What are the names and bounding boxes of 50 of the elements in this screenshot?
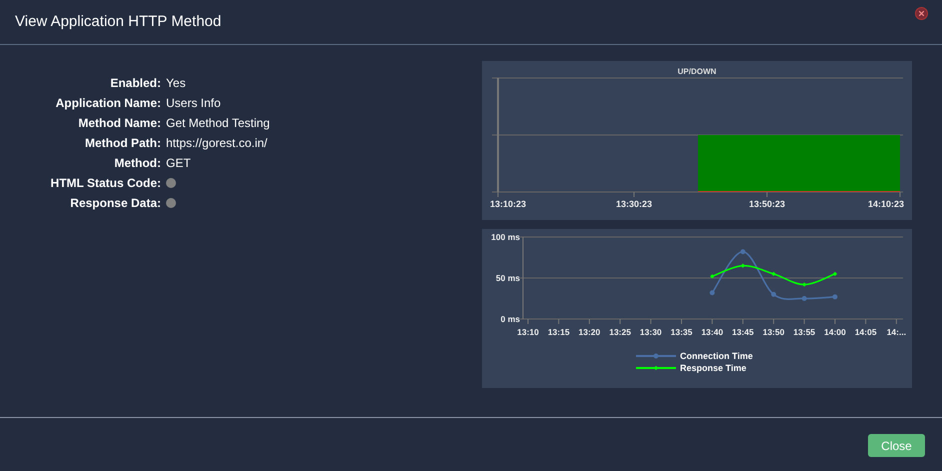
- data-point: [710, 274, 714, 279]
- data-point: [802, 282, 806, 287]
- axis-tick-label: 14:...: [886, 327, 906, 337]
- data-point: [740, 249, 746, 254]
- axis-tick-label: 13:20: [578, 327, 600, 337]
- axis-tick-label: 13:40: [701, 327, 724, 337]
- field-value: Yes: [166, 75, 186, 92]
- dialog-title: View Application HTTP Method: [15, 12, 222, 32]
- legend-swatch: [636, 354, 676, 358]
- close-button[interactable]: Close: [868, 434, 925, 457]
- data-point: [802, 296, 807, 301]
- field-value: Get Method Testing: [166, 115, 270, 132]
- axis-tick-label: 100 ms: [491, 232, 520, 242]
- chart-title: UP/DOWN: [678, 67, 716, 76]
- data-point: [771, 292, 776, 297]
- axis-tick-label: 0 ms: [500, 314, 520, 324]
- axis-tick-label: 13:25: [609, 327, 631, 337]
- axis-tick-label: 13:35: [670, 327, 692, 337]
- data-point: [710, 290, 715, 296]
- data-point: [832, 294, 838, 300]
- field-label: Method:: [113, 155, 162, 172]
- field-value: GET: [166, 155, 191, 172]
- axis-tick-label: 14:10:23: [868, 199, 904, 209]
- axis-tick-label: 13:50: [762, 327, 784, 337]
- axis-tick-label: 13:10: [517, 327, 539, 337]
- axis-tick-label: 13:55: [793, 327, 816, 337]
- data-point: [740, 264, 746, 268]
- field-label: Method Path:: [84, 135, 162, 152]
- axis-tick-label: 14:05: [854, 327, 877, 337]
- field-value: https://gorest.co.in/: [166, 135, 268, 152]
- axis-tick-label: 13:10:23: [490, 199, 526, 209]
- axis-tick-label: 13:45: [732, 327, 754, 337]
- close-icon[interactable]: [915, 6, 928, 20]
- axis-tick-label: 13:30: [640, 327, 662, 337]
- legend-swatch: [636, 366, 676, 370]
- axis-tick-label: 50 ms: [496, 273, 520, 283]
- field-label: Application Name:: [54, 95, 162, 112]
- axis-tick-label: 13:50:23: [748, 199, 786, 209]
- field-label: Enabled:: [109, 75, 162, 92]
- data-point: [771, 272, 776, 276]
- field-label: Method Name:: [77, 115, 162, 132]
- axis-tick-label: 13:30:23: [616, 199, 652, 209]
- axis-tick-label: 13:15: [548, 327, 570, 337]
- field-label: Response Data:: [69, 195, 162, 212]
- field-label: HTML Status Code:: [50, 175, 162, 192]
- legend-label: Response Time: [680, 363, 746, 373]
- field-value: Users Info: [166, 95, 221, 112]
- legend-label: Connection Time: [680, 351, 753, 361]
- data-point: [832, 272, 838, 276]
- axis-tick-label: 14:00: [824, 327, 846, 337]
